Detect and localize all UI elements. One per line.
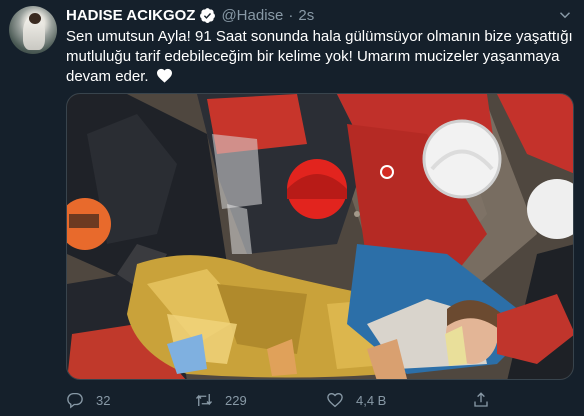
tweet-body: Sen umutsun Ayla! 91 Saat sonunda hala g… bbox=[66, 28, 573, 85]
share-icon bbox=[474, 392, 488, 407]
reply-button[interactable]: 32 bbox=[66, 390, 110, 410]
author-avatar[interactable] bbox=[9, 6, 57, 54]
reply-icon bbox=[67, 392, 83, 409]
tweet-photo[interactable] bbox=[66, 93, 574, 380]
like-button[interactable]: 4,4 B bbox=[326, 390, 386, 410]
author-name[interactable]: HADISE ACIKGOZ bbox=[66, 7, 195, 24]
retweet-count: 229 bbox=[225, 392, 247, 408]
author-handle[interactable]: @Hadise bbox=[221, 7, 283, 24]
reply-count: 32 bbox=[96, 392, 111, 408]
retweet-icon bbox=[195, 394, 213, 406]
like-count: 4,4 B bbox=[356, 392, 387, 408]
header-separator: · bbox=[288, 6, 294, 24]
rescue-scene-image bbox=[67, 94, 573, 379]
like-heart-icon bbox=[327, 393, 343, 408]
white-heart-emoji bbox=[156, 68, 172, 83]
share-button[interactable] bbox=[472, 390, 490, 410]
tweet-text: Sen umutsun Ayla! 91 Saat sonunda hala g… bbox=[66, 27, 574, 87]
tweet-header: HADISE ACIKGOZ @Hadise · 2s bbox=[66, 5, 314, 25]
avatar-hair bbox=[29, 13, 41, 24]
tweet-card[interactable]: HADISE ACIKGOZ @Hadise · 2s Sen umutsun … bbox=[0, 0, 584, 416]
tweet-actions: 32 229 4,4 B bbox=[66, 390, 574, 410]
chevron-down-icon[interactable] bbox=[556, 6, 574, 24]
tweet-timestamp[interactable]: 2s bbox=[298, 7, 314, 24]
retweet-button[interactable]: 229 bbox=[195, 390, 247, 410]
verified-badge-icon bbox=[200, 7, 216, 23]
